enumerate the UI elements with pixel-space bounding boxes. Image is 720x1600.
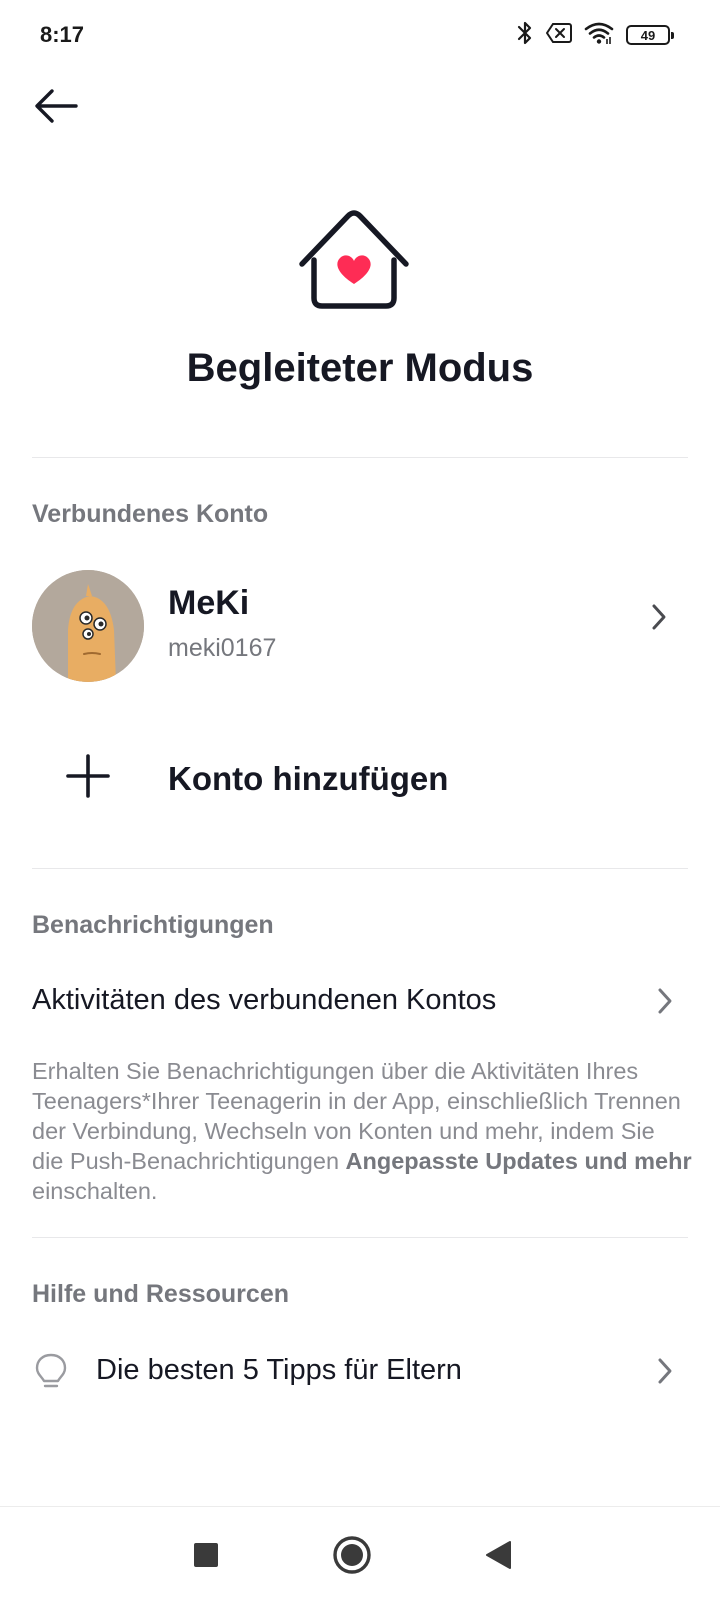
triangle-back-icon [486,1541,511,1569]
chevron-right-icon [648,602,670,632]
square-icon [194,1543,218,1567]
plus-icon [66,754,110,798]
chevron-right-icon [654,1356,676,1386]
status-bar: 8:17 49 [0,0,720,70]
divider [32,1237,688,1238]
status-time: 8:17 [40,22,85,47]
account-handle: meki0167 [168,634,277,662]
back-nav-button[interactable] [470,1527,526,1583]
circle-home-icon [333,1536,371,1574]
arrow-left-icon [35,89,78,123]
add-account-label: Konto hinzufügen [168,760,449,797]
back-button[interactable] [30,80,82,132]
notifications-description-highlight: Angepasste Updates und mehr [345,1148,692,1174]
account-name: MeKi [168,584,250,622]
recents-button[interactable] [178,1527,234,1583]
section-title-notifications: Benachrichtigungen [32,911,274,939]
lightbulb-icon [34,1352,68,1392]
sim-off-icon [545,22,572,49]
chevron-right-icon [654,986,676,1016]
section-title-connected-account: Verbundenes Konto [32,500,269,528]
wifi-icon [584,21,614,50]
divider [32,868,688,869]
house-heart-icon [298,206,410,316]
page-title: Begleiteter Modus [186,346,534,390]
battery-icon: 49 [626,25,674,45]
connected-account-row[interactable]: MeKi meki0167 [0,560,720,682]
connected-account-activities-row[interactable]: Aktivitäten des verbundenen Kontos [0,966,720,1036]
system-navigation-bar [0,1506,720,1600]
avatar [32,570,144,682]
bluetooth-icon [516,20,534,51]
home-button[interactable] [324,1527,380,1583]
notifications-description: Erhalten Sie Benachrichtigungen über die… [32,1056,692,1206]
parent-tips-row[interactable]: Die besten 5 Tipps für Eltern [0,1334,720,1410]
add-account-button[interactable]: Konto hinzufügen [0,730,720,830]
section-title-help: Hilfe und Ressourcen [32,1280,289,1308]
notifications-description-end: einschalten. [32,1178,158,1204]
divider [32,457,688,458]
parent-tips-label: Die besten 5 Tipps für Eltern [96,1354,462,1386]
status-icons: 49 [516,20,674,51]
connected-account-activities-label: Aktivitäten des verbundenen Kontos [32,984,497,1016]
